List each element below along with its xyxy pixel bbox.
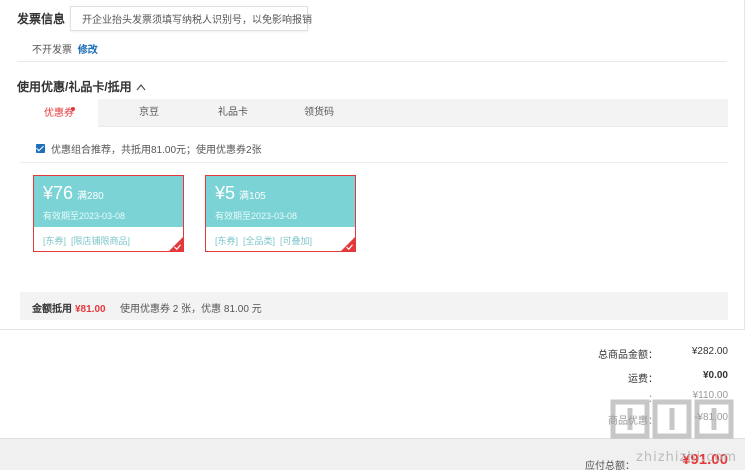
total-row-label: 总商品金额： — [598, 350, 658, 361]
coupon-amount-value: ¥76 — [43, 183, 74, 203]
invoice-status: 不开发票 修改 — [32, 41, 98, 56]
coupon-card[interactable]: ¥76 满280 有效期至2023-03-08 [东券] [限店铺限商品] — [33, 175, 184, 252]
total-row: ： ¥110.00 — [538, 390, 728, 405]
total-row-label: 运费： — [628, 374, 658, 385]
tab-jingdou[interactable]: 京豆 — [110, 99, 188, 127]
invoice-tip-text: 开企业抬头发票须填写纳税人识别号，以免影响报销 — [82, 15, 312, 26]
total-row: 总商品金额： ¥282.00 — [538, 346, 728, 361]
payable-label: 应付总额： — [585, 461, 635, 470]
coupon-amount-value: ¥5 — [215, 183, 236, 203]
summary-amount: ¥81.00 — [75, 304, 106, 315]
coupon-tag: [东券] — [43, 236, 67, 246]
chevron-up-icon — [136, 83, 146, 90]
discount-tabs: 优惠券 京豆 礼品卡 领货码 — [20, 99, 728, 128]
coupon-amount: ¥5 满105 — [215, 181, 266, 209]
coupon-condition: 满280 — [77, 191, 104, 202]
checkmark-icon — [346, 244, 353, 250]
coupon-tags: [东券] [全品类] [可叠加] — [215, 234, 317, 247]
coupon-tag: [可叠加] — [280, 236, 313, 246]
total-row-value: ¥282.00 — [691, 346, 728, 357]
invoice-status-text: 不开发票 — [32, 45, 72, 56]
recommend-option[interactable]: 优惠组合推荐，共抵用81.00元；使用优惠券2张 — [36, 141, 262, 156]
tab-pickup-code[interactable]: 领货码 — [280, 99, 358, 127]
total-row-value: -¥81.00 — [694, 412, 728, 423]
tab-jingdou-label: 京豆 — [139, 107, 159, 118]
tab-coupons[interactable]: 优惠券 — [20, 99, 98, 128]
total-row-label: 商品优惠： — [608, 416, 658, 427]
recommend-checkbox[interactable] — [36, 144, 45, 153]
summary-label-text: 金额抵用 — [32, 304, 72, 315]
coupon-condition: 满105 — [239, 191, 266, 202]
coupon-content: 优惠组合推荐，共抵用81.00元；使用优惠券2张 ¥76 满280 有效期至202… — [20, 128, 728, 320]
discount-section-toggle[interactable]: 使用优惠/礼品卡/抵用 — [17, 78, 146, 95]
recommend-text: 优惠组合推荐，共抵用81.00元；使用优惠券2张 — [51, 145, 262, 156]
coupon-card[interactable]: ¥5 满105 有效期至2023-03-08 [东券] [全品类] [可叠加] — [205, 175, 356, 252]
total-row: 商品优惠： -¥81.00 — [538, 412, 728, 427]
divider — [17, 61, 727, 62]
total-row-value: ¥0.00 — [702, 370, 728, 381]
tab-pickup-code-label: 领货码 — [304, 107, 334, 118]
discount-summary: 金额抵用 ¥81.00 使用优惠券 2 张，优惠 81.00 元 — [20, 292, 728, 320]
total-row-label: ： — [648, 394, 658, 405]
coupon-tags: [东券] [限店铺限商品] — [43, 234, 135, 247]
notification-dot-icon — [71, 107, 75, 111]
total-row-value: ¥110.00 — [692, 390, 728, 401]
total-row: 运费： ¥0.00 — [538, 370, 728, 385]
coupon-tag: [东券] — [215, 236, 239, 246]
watermark-text: zhizhizhi.com — [636, 450, 737, 465]
payable-bar: 应付总额： ¥91.00 — [0, 438, 745, 470]
coupon-header: ¥76 满280 有效期至2023-03-08 — [34, 176, 183, 227]
invoice-tip: 开企业抬头发票须填写纳税人识别号，以免影响报销 — [70, 6, 312, 31]
invoice-edit-link[interactable]: 修改 — [78, 45, 98, 56]
summary-used: 使用优惠券 2 张，优惠 81.00 元 — [120, 304, 262, 315]
coupon-header: ¥5 满105 有效期至2023-03-08 — [206, 176, 355, 227]
coupon-validity: 有效期至2023-03-08 — [215, 211, 298, 221]
coupon-tag: [限店铺限商品] — [71, 236, 131, 246]
divider — [20, 162, 728, 163]
coupon-amount: ¥76 满280 — [43, 181, 104, 209]
tab-gift-card-label: 礼品卡 — [218, 107, 248, 118]
tab-gift-card[interactable]: 礼品卡 — [194, 99, 272, 127]
summary-label: 金额抵用 ¥81.00 — [32, 300, 106, 315]
coupon-validity: 有效期至2023-03-08 — [43, 211, 126, 221]
invoice-label: 发票信息 — [17, 12, 66, 26]
tab-coupons-label: 优惠券 — [44, 108, 74, 119]
discount-section-title: 使用优惠/礼品卡/抵用 — [17, 80, 132, 94]
coupon-tag: [全品类] — [243, 236, 276, 246]
order-panel: 发票信息 开企业抬头发票须填写纳税人识别号，以免影响报销 不开发票 修改 使用优… — [0, 0, 745, 330]
checkmark-icon — [174, 244, 181, 250]
